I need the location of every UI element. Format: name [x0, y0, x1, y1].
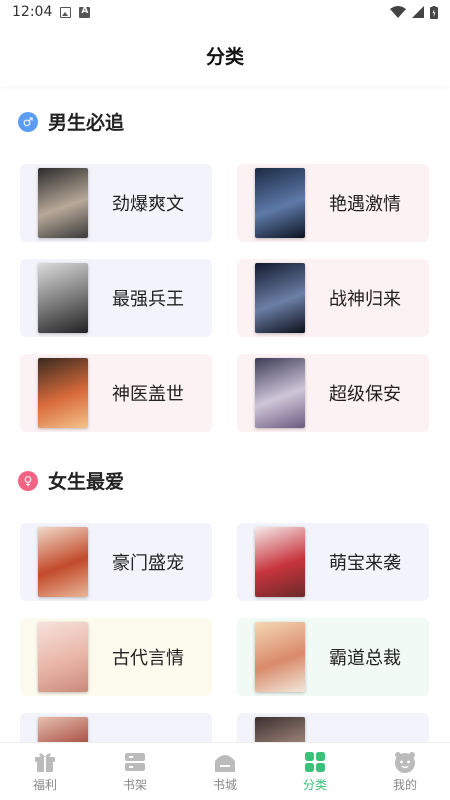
gift-icon [35, 753, 55, 772]
image-notification-icon [60, 6, 72, 18]
status-time: 12:04 [12, 4, 53, 20]
book-cover [38, 527, 88, 597]
tab-profile[interactable]: 我的 [360, 743, 450, 800]
category-label: 霸道总裁 [329, 648, 401, 669]
signal-icon [412, 6, 424, 18]
category-label: 劲爆爽文 [112, 194, 184, 215]
tab-label: 分类 [302, 777, 327, 792]
category-label: 超级保安 [329, 384, 401, 405]
book-cover [255, 168, 305, 238]
category-card[interactable]: 萌宝来袭 [237, 523, 429, 601]
female-icon: ♀ [18, 470, 38, 491]
section-header-female: ♀ 女生最爱 [18, 467, 124, 494]
category-card[interactable]: 劲爆爽文 [20, 164, 212, 242]
book-cover [38, 717, 88, 742]
category-label: 艳遇激情 [329, 194, 401, 215]
section-header-male: ♂ 男生必追 [18, 108, 124, 135]
bottom-tab-bar: 福利 书架 书城 分类 我的 [0, 742, 450, 800]
book-cover [255, 263, 305, 333]
category-label: 豪门盛宠 [112, 553, 184, 574]
category-label: 最强兵王 [112, 289, 184, 310]
male-icon: ♂ [18, 111, 38, 132]
category-card[interactable]: 艳遇激情 [237, 164, 429, 242]
profile-face-icon [395, 751, 415, 773]
book-cover [255, 527, 305, 597]
tab-label: 书架 [122, 777, 147, 792]
category-card[interactable]: 豪门盛宠 [20, 523, 212, 601]
category-grid-icon [305, 751, 325, 772]
category-label: 战神归来 [329, 289, 401, 310]
battery-icon [430, 5, 438, 19]
section-title: 女生最爱 [48, 471, 125, 493]
bookshelf-icon [125, 752, 145, 771]
category-content[interactable]: ♂ 男生必追 劲爆爽文 艳遇激情 最强兵王 战神归来 神医盖世 超级保安 ♀ 女… [0, 86, 450, 742]
app-notification-icon: A [79, 6, 91, 18]
category-card[interactable] [20, 713, 212, 742]
book-cover [38, 358, 88, 428]
book-cover [38, 168, 88, 238]
category-card[interactable]: 最强兵王 [20, 259, 212, 337]
tab-bookstore[interactable]: 书城 [180, 743, 270, 800]
tab-label: 书城 [212, 777, 237, 792]
tab-label: 我的 [392, 777, 417, 792]
category-card[interactable]: 战神归来 [237, 259, 429, 337]
category-card[interactable] [237, 713, 429, 742]
tab-bookshelf[interactable]: 书架 [90, 743, 180, 800]
page-title: 分类 [205, 45, 244, 68]
category-label: 古代言情 [112, 648, 184, 669]
page-header: 分类 [0, 24, 450, 86]
book-cover [38, 622, 88, 692]
category-card[interactable]: 霸道总裁 [237, 618, 429, 696]
category-card[interactable]: 超级保安 [237, 354, 429, 432]
category-card[interactable]: 神医盖世 [20, 354, 212, 432]
bookstore-icon [215, 754, 235, 772]
tab-welfare[interactable]: 福利 [0, 743, 90, 800]
category-label: 神医盖世 [112, 384, 184, 405]
tab-category[interactable]: 分类 [270, 743, 360, 800]
book-cover [38, 263, 88, 333]
section-title: 男生必追 [48, 112, 125, 134]
tab-label: 福利 [32, 777, 57, 792]
book-cover [255, 358, 305, 428]
wifi-icon [390, 6, 406, 18]
book-cover [255, 717, 305, 742]
category-label: 萌宝来袭 [329, 553, 401, 574]
status-bar: 12:04 A [0, 0, 450, 24]
book-cover [255, 622, 305, 692]
category-card[interactable]: 古代言情 [20, 618, 212, 696]
